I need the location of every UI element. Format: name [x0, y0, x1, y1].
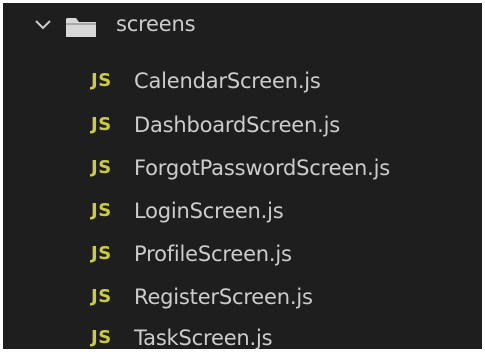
- chevron-down-icon[interactable]: [34, 19, 52, 31]
- file-label: ForgotPasswordScreen.js: [134, 155, 390, 180]
- folder-row-screens[interactable]: screens: [3, 3, 482, 55]
- file-item-forgotpasswordscreen[interactable]: JS ForgotPasswordScreen.js: [3, 143, 482, 192]
- file-label: TaskScreen.js: [134, 325, 273, 350]
- js-file-icon: JS: [91, 327, 112, 348]
- js-file-icon: JS: [91, 114, 112, 135]
- file-item-dashboardscreen[interactable]: JS DashboardScreen.js: [3, 100, 482, 149]
- file-explorer-panel: screens JS CalendarScreen.js JS Dashboar…: [0, 0, 485, 352]
- js-file-icon: JS: [91, 286, 112, 307]
- file-item-taskscreen[interactable]: JS TaskScreen.js: [3, 313, 482, 350]
- js-file-icon: JS: [91, 243, 112, 264]
- js-file-icon: JS: [91, 200, 112, 221]
- file-label: ProfileScreen.js: [134, 241, 292, 266]
- file-label: LoginScreen.js: [134, 198, 284, 223]
- file-label: DashboardScreen.js: [134, 112, 340, 137]
- file-item-calendarscreen[interactable]: JS CalendarScreen.js: [3, 56, 482, 105]
- file-label: CalendarScreen.js: [134, 68, 321, 93]
- file-item-profilescreen[interactable]: JS ProfileScreen.js: [3, 229, 482, 278]
- folder-icon: [66, 18, 96, 37]
- js-file-icon: JS: [91, 70, 112, 91]
- js-file-icon: JS: [91, 157, 112, 178]
- folder-label: screens: [116, 12, 196, 36]
- file-label: RegisterScreen.js: [134, 284, 313, 309]
- file-item-loginscreen[interactable]: JS LoginScreen.js: [3, 186, 482, 235]
